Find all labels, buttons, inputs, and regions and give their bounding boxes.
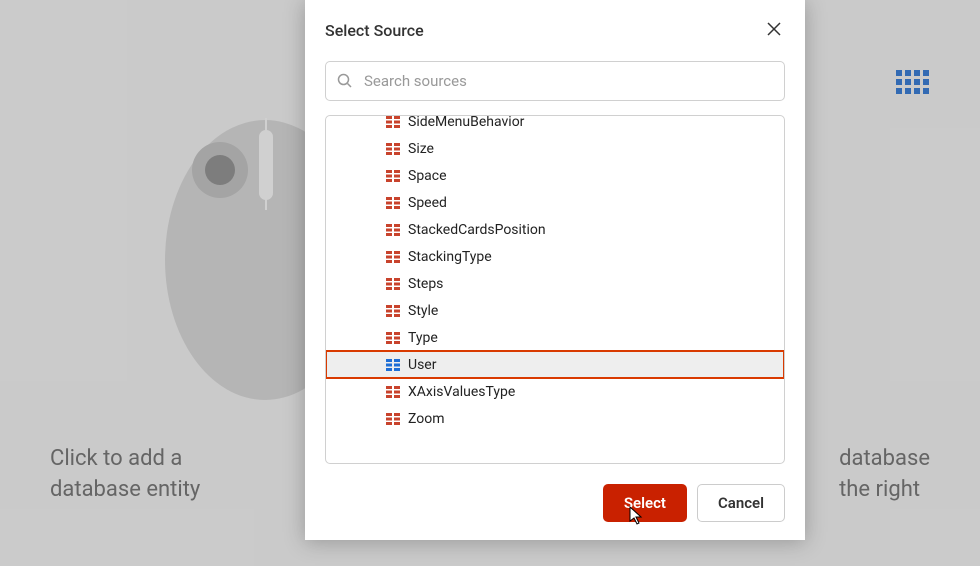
search-icon [337,73,353,89]
list-item[interactable]: XAxisValuesType [326,378,784,405]
select-button[interactable]: Select [603,484,687,522]
list-item[interactable]: Type [326,324,784,351]
entity-icon [386,116,400,128]
source-list-container: SideMenuBehavior Size Space Speed StackedCar… [325,115,785,464]
list-item[interactable]: SideMenuBehavior [326,116,784,135]
list-item-label: Style [408,303,438,319]
list-item-label: Zoom [408,411,445,427]
list-item-label: Steps [408,276,443,292]
modal-header: Select Source [325,16,785,45]
list-item[interactable]: Size [326,135,784,162]
list-item-label: Size [408,141,434,157]
entity-icon [386,170,400,182]
list-item[interactable]: User [326,351,784,378]
entity-icon [386,413,400,425]
list-item-label: Space [408,168,447,184]
close-button[interactable] [763,16,785,45]
search-input[interactable] [325,61,785,101]
list-item-label: SideMenuBehavior [408,116,524,130]
close-icon [767,22,781,36]
entity-icon [386,278,400,290]
entity-icon [386,197,400,209]
list-item[interactable]: StackedCardsPosition [326,216,784,243]
list-item-label: Type [408,330,438,346]
list-item-label: Speed [408,195,447,211]
entity-icon [386,386,400,398]
list-item[interactable]: Style [326,297,784,324]
list-item[interactable]: Speed [326,189,784,216]
list-item-label: User [408,357,436,373]
list-item[interactable]: Space [326,162,784,189]
entity-icon [386,143,400,155]
entity-icon [386,224,400,236]
modal-title: Select Source [325,21,424,40]
select-source-modal: Select Source SideMenuBehaviorSizeSpaceS… [305,0,805,540]
cancel-button[interactable]: Cancel [697,484,785,522]
entity-icon [386,359,400,371]
list-item-label: XAxisValuesType [408,384,515,400]
source-list[interactable]: SideMenuBehavior Size Space Speed StackedCar… [326,116,784,463]
modal-footer: Select Cancel [325,484,785,522]
list-item[interactable]: StackingType [326,243,784,270]
list-item-label: StackingType [408,249,492,265]
list-item[interactable]: Zoom [326,405,784,432]
entity-icon [386,305,400,317]
list-item-label: StackedCardsPosition [408,222,546,238]
entity-icon [386,251,400,263]
search-wrap [325,61,785,101]
list-item[interactable]: Steps [326,270,784,297]
entity-icon [386,332,400,344]
